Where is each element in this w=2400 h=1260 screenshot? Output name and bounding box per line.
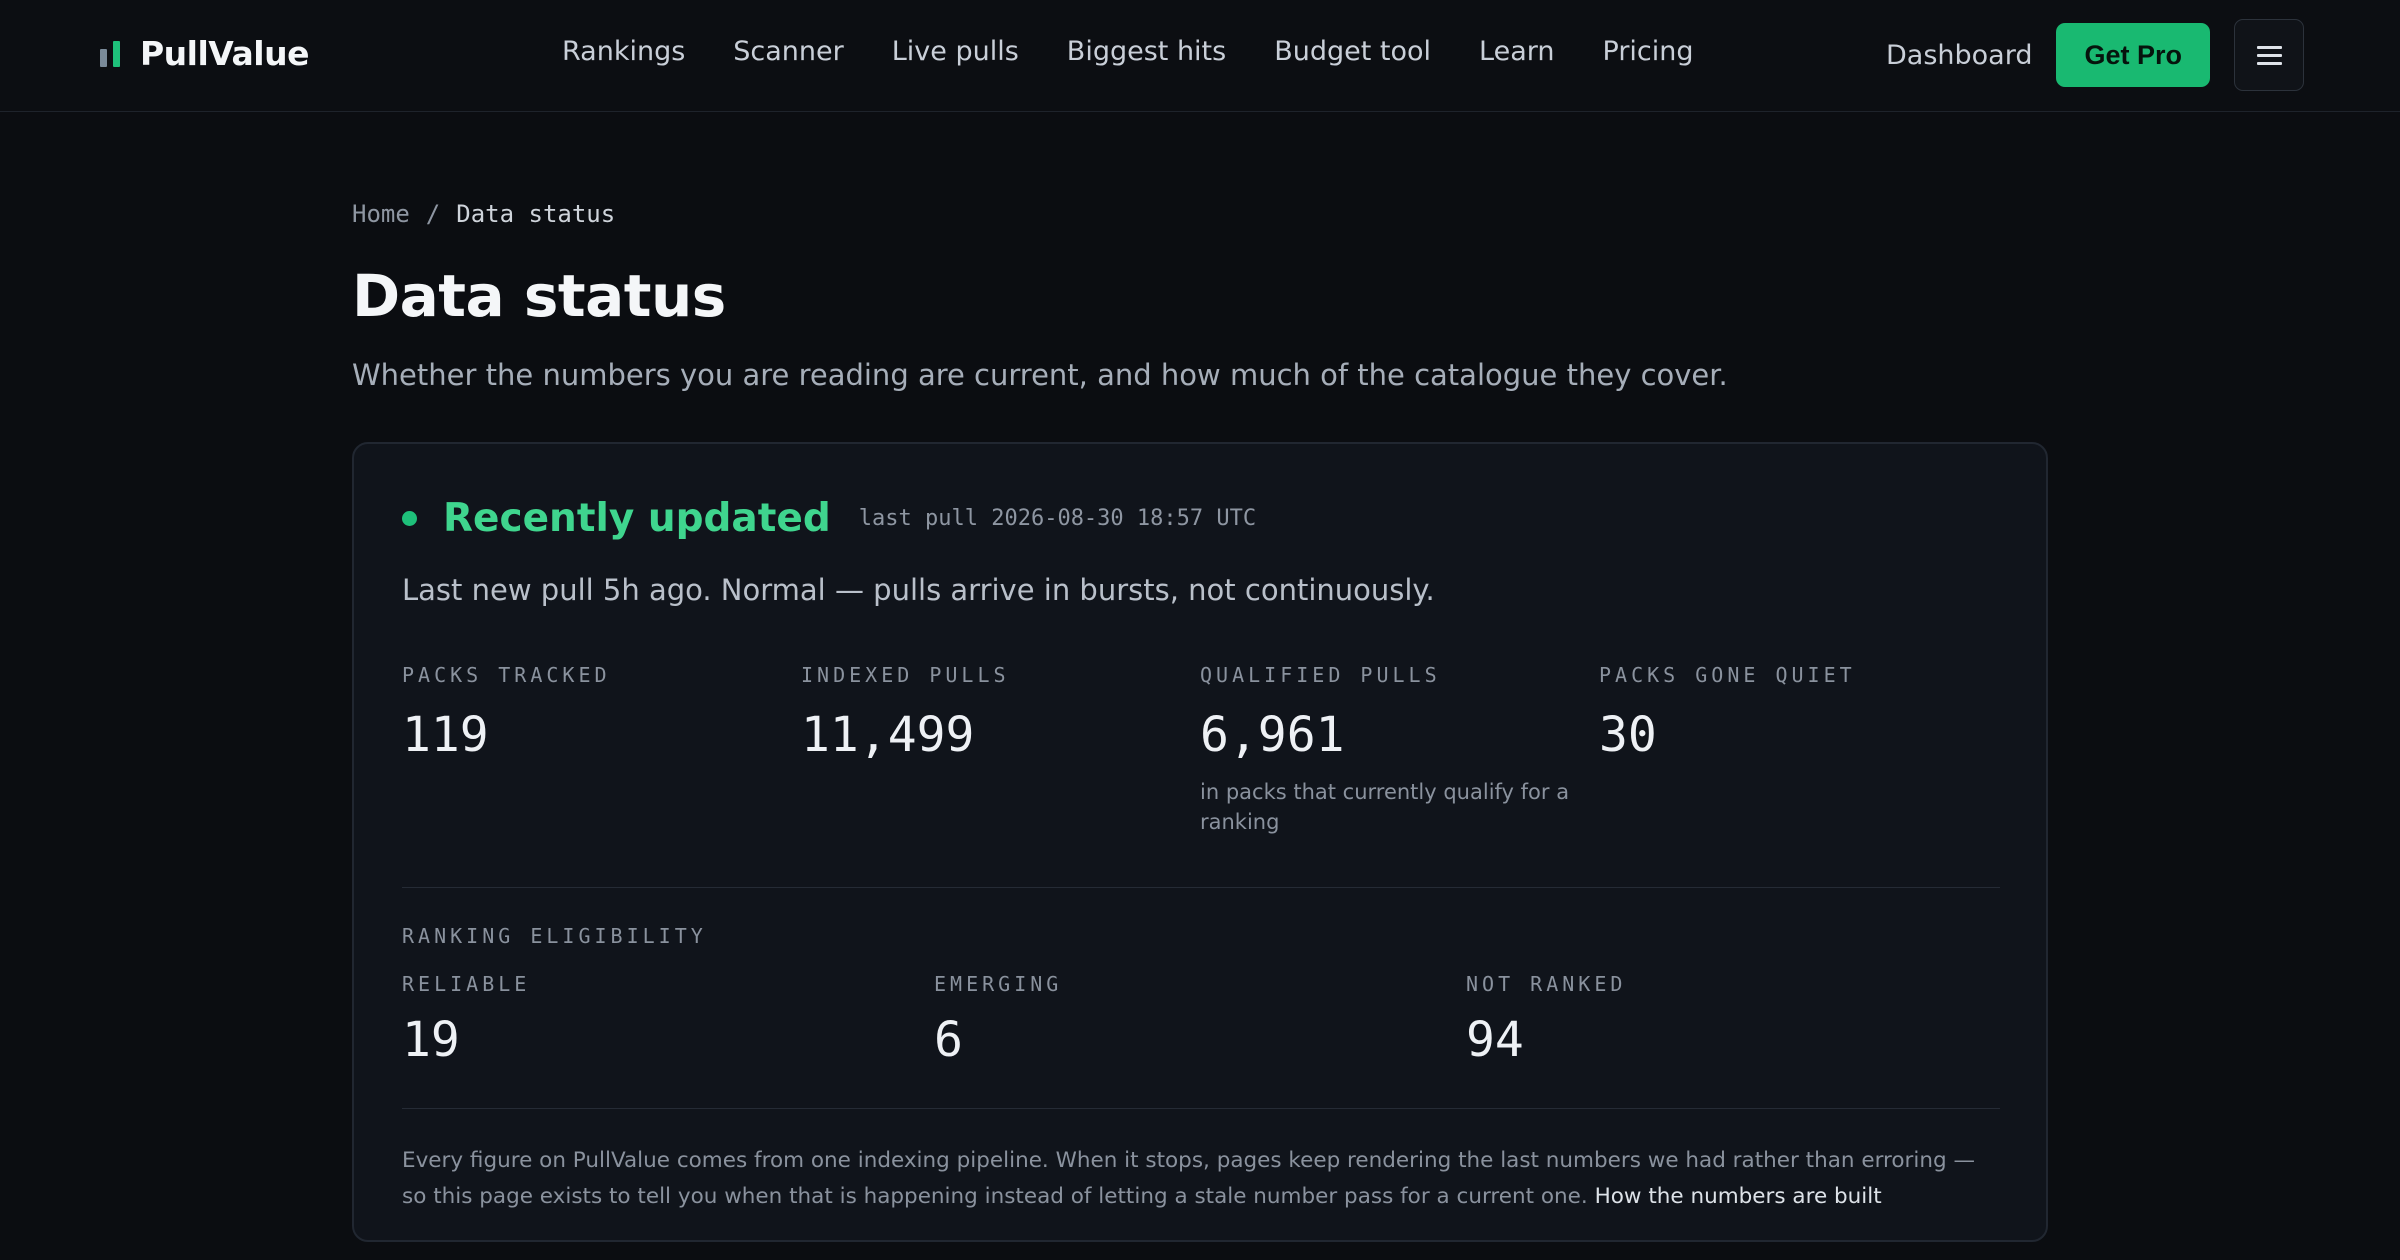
- how-numbers-built-link[interactable]: How the numbers are built: [1595, 1184, 1882, 1209]
- eligibility-emerging: EMERGING 6: [934, 972, 1466, 1068]
- nav-item-rankings[interactable]: Rankings: [562, 36, 685, 67]
- stat-value: 11,499: [801, 707, 975, 763]
- hamburger-menu-icon: [2256, 45, 2282, 49]
- nav-item-pricing[interactable]: Pricing: [1603, 36, 1694, 67]
- last-pull-timestamp: last pull 2026-08-30 18:57 UTC: [858, 506, 1257, 531]
- nav-item-learn[interactable]: Learn: [1479, 36, 1554, 67]
- stat-value: 6,961: [1200, 707, 1345, 763]
- menu-button[interactable]: [2234, 19, 2304, 91]
- eligibility-label: NOT RANKED: [1466, 972, 1627, 996]
- stat-value: 30: [1599, 707, 1657, 763]
- status-note: Last new pull 5h ago. Normal — pulls arr…: [402, 573, 1435, 607]
- stat-value: 119: [402, 707, 489, 763]
- brand-logo[interactable]: PullValue: [100, 34, 310, 73]
- status-card: Recently updated last pull 2026-08-30 18…: [352, 442, 2048, 1242]
- dashboard-link[interactable]: Dashboard: [1886, 40, 2032, 71]
- eligibility-value: 94: [1466, 1012, 1524, 1068]
- page-subtitle: Whether the numbers you are reading are …: [352, 358, 1728, 392]
- status-header: Recently updated last pull 2026-08-30 18…: [402, 496, 1998, 541]
- divider: [402, 1108, 2000, 1109]
- nav-item-live-pulls[interactable]: Live pulls: [892, 36, 1019, 67]
- nav-item-scanner[interactable]: Scanner: [733, 36, 843, 67]
- eligibility-label: RELIABLE: [402, 972, 531, 996]
- main-nav: Rankings Scanner Live pulls Biggest hits…: [562, 36, 1694, 67]
- eligibility-label: EMERGING: [934, 972, 1063, 996]
- status-indicator-dot: [402, 511, 417, 526]
- get-pro-button[interactable]: Get Pro: [2056, 23, 2210, 87]
- breadcrumb-current: Data status: [456, 200, 616, 228]
- page-title: Data status: [352, 262, 726, 330]
- pipeline-footnote: Every figure on PullValue comes from one…: [402, 1143, 2000, 1215]
- stat-packs-tracked: PACKS TRACKED 119: [402, 663, 801, 837]
- divider: [402, 887, 2000, 888]
- status-title: Recently updated: [443, 496, 831, 541]
- stat-packs-gone-quiet: PACKS GONE QUIET 30: [1599, 663, 1998, 837]
- stat-note: in packs that currently qualify for a ra…: [1200, 780, 1570, 834]
- main-content: Home / Data status Data status Whether t…: [352, 200, 2048, 1242]
- nav-item-biggest-hits[interactable]: Biggest hits: [1067, 36, 1226, 67]
- stat-label: INDEXED PULLS: [801, 663, 1010, 687]
- bar-chart-logo-icon: [100, 40, 120, 67]
- ranking-eligibility-title: RANKING ELIGIBILITY: [402, 924, 707, 948]
- eligibility-not-ranked: NOT RANKED 94: [1466, 972, 1998, 1068]
- breadcrumb: Home / Data status: [352, 200, 2048, 228]
- brand-name: PullValue: [140, 34, 310, 73]
- stat-label: QUALIFIED PULLS: [1200, 663, 1441, 687]
- eligibility-grid: RELIABLE 19 EMERGING 6 NOT RANKED 94: [402, 972, 1998, 1068]
- breadcrumb-home[interactable]: Home: [352, 200, 410, 228]
- eligibility-value: 19: [402, 1012, 460, 1068]
- stat-label: PACKS GONE QUIET: [1599, 663, 1856, 687]
- eligibility-value: 6: [934, 1012, 963, 1068]
- nav-item-budget-tool[interactable]: Budget tool: [1274, 36, 1431, 67]
- stat-label: PACKS TRACKED: [402, 663, 611, 687]
- header-actions: Dashboard Get Pro: [1886, 19, 2304, 91]
- breadcrumb-separator: /: [425, 200, 441, 228]
- stat-qualified-pulls: QUALIFIED PULLS 6,961 in packs that curr…: [1200, 663, 1599, 837]
- eligibility-reliable: RELIABLE 19: [402, 972, 934, 1068]
- stats-grid: PACKS TRACKED 119 INDEXED PULLS 11,499 Q…: [402, 663, 1998, 837]
- stat-indexed-pulls: INDEXED PULLS 11,499: [801, 663, 1200, 837]
- top-navigation-bar: PullValue Rankings Scanner Live pulls Bi…: [0, 0, 2400, 112]
